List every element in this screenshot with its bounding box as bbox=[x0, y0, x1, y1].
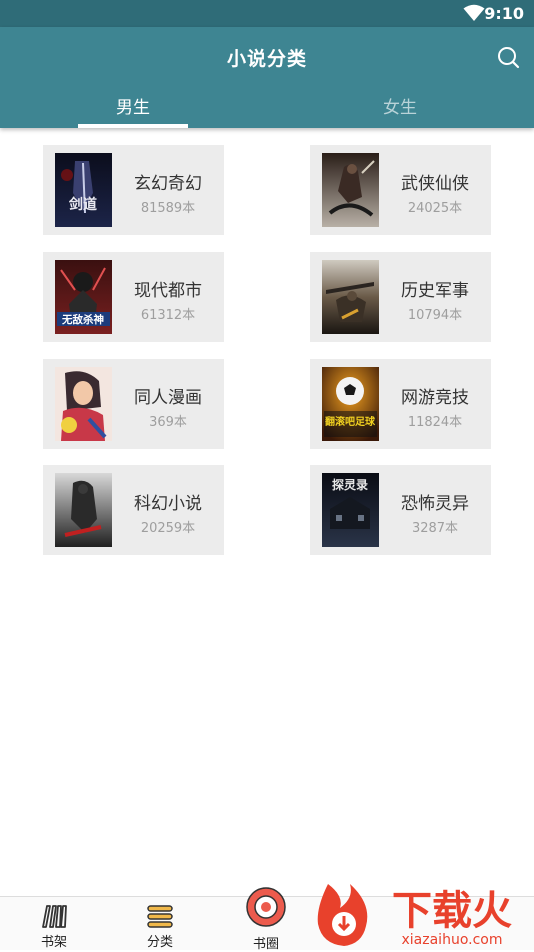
book-cover: 无敌杀神 bbox=[55, 260, 112, 334]
svg-text:xiazaihuo.com: xiazaihuo.com bbox=[402, 932, 503, 948]
category-count: 3287本 bbox=[411, 521, 459, 536]
status-time: 9:10 bbox=[484, 4, 524, 23]
category-card-lishi[interactable]: 历史军事 10794本 bbox=[310, 252, 491, 342]
category-card-wuxia[interactable]: 武侠仙侠 24025本 bbox=[310, 145, 491, 235]
category-name: 玄幻奇幻 bbox=[134, 174, 202, 194]
nav-label: 分类 bbox=[146, 935, 173, 950]
app-bar: 小说分类 男生 女生 bbox=[0, 27, 534, 128]
category-count: 61312本 bbox=[140, 308, 196, 323]
category-name: 科幻小说 bbox=[134, 494, 202, 514]
book-cover: 探灵录 bbox=[322, 473, 379, 547]
cover-title: 无敌杀神 bbox=[61, 313, 104, 326]
nav-book-circle[interactable]: 书圈 bbox=[226, 887, 306, 952]
category-name: 武侠仙侠 bbox=[401, 174, 469, 194]
category-name: 现代都市 bbox=[134, 281, 202, 301]
book-cover: 剑道 bbox=[55, 153, 112, 227]
category-card-kehuan[interactable]: 科幻小说 20259本 bbox=[43, 465, 224, 555]
nav-bookshelf[interactable]: 书架 bbox=[14, 897, 94, 950]
svg-text:下载火: 下载火 bbox=[392, 888, 512, 934]
category-count: 20259本 bbox=[140, 521, 196, 536]
nav-label: 书圈 bbox=[252, 937, 279, 952]
category-count: 10794本 bbox=[407, 308, 463, 323]
category-count: 24025本 bbox=[407, 201, 463, 216]
cover-title: 剑道 bbox=[68, 196, 97, 213]
cover-title: 探灵录 bbox=[332, 477, 368, 492]
tab-male[interactable]: 男生 bbox=[78, 93, 188, 118]
category-card-wangyou[interactable]: 翻滚吧足球 网游竞技 11824本 bbox=[310, 359, 491, 449]
book-cover bbox=[322, 153, 379, 227]
tab-female[interactable]: 女生 bbox=[345, 93, 455, 118]
category-name: 同人漫画 bbox=[134, 388, 202, 408]
category-card-dushi[interactable]: 无敌杀神 现代都市 61312本 bbox=[43, 252, 224, 342]
book-circle-icon bbox=[246, 887, 286, 927]
category-count: 369本 bbox=[149, 415, 187, 430]
category-icon bbox=[147, 905, 173, 928]
wifi-icon bbox=[463, 4, 485, 21]
category-count: 81589本 bbox=[140, 201, 196, 216]
category-card-xuanhuan[interactable]: 剑道 玄幻奇幻 81589本 bbox=[43, 145, 224, 235]
bookshelf-icon bbox=[42, 905, 67, 928]
category-count: 11824本 bbox=[407, 415, 463, 430]
category-card-tongren[interactable]: 同人漫画 369本 bbox=[43, 359, 224, 449]
category-name: 网游竞技 bbox=[401, 388, 469, 408]
nav-label: 书架 bbox=[40, 935, 67, 950]
book-cover bbox=[322, 260, 379, 334]
book-cover bbox=[55, 367, 112, 441]
watermark-logo: 下载火 xiazaihuo.com bbox=[317, 884, 512, 948]
category-name: 恐怖灵异 bbox=[401, 494, 469, 514]
book-cover: 翻滚吧足球 bbox=[322, 367, 379, 441]
category-card-kongbu[interactable]: 探灵录 恐怖灵异 3287本 bbox=[310, 465, 491, 555]
nav-category[interactable]: 分类 bbox=[120, 897, 200, 950]
status-bar: 9:10 bbox=[0, 0, 534, 27]
page-title: 小说分类 bbox=[226, 48, 307, 70]
search-icon[interactable] bbox=[496, 45, 520, 69]
tab-indicator bbox=[78, 124, 188, 128]
cover-title: 翻滚吧足球 bbox=[325, 415, 376, 428]
book-cover bbox=[55, 473, 112, 547]
category-name: 历史军事 bbox=[401, 281, 469, 301]
